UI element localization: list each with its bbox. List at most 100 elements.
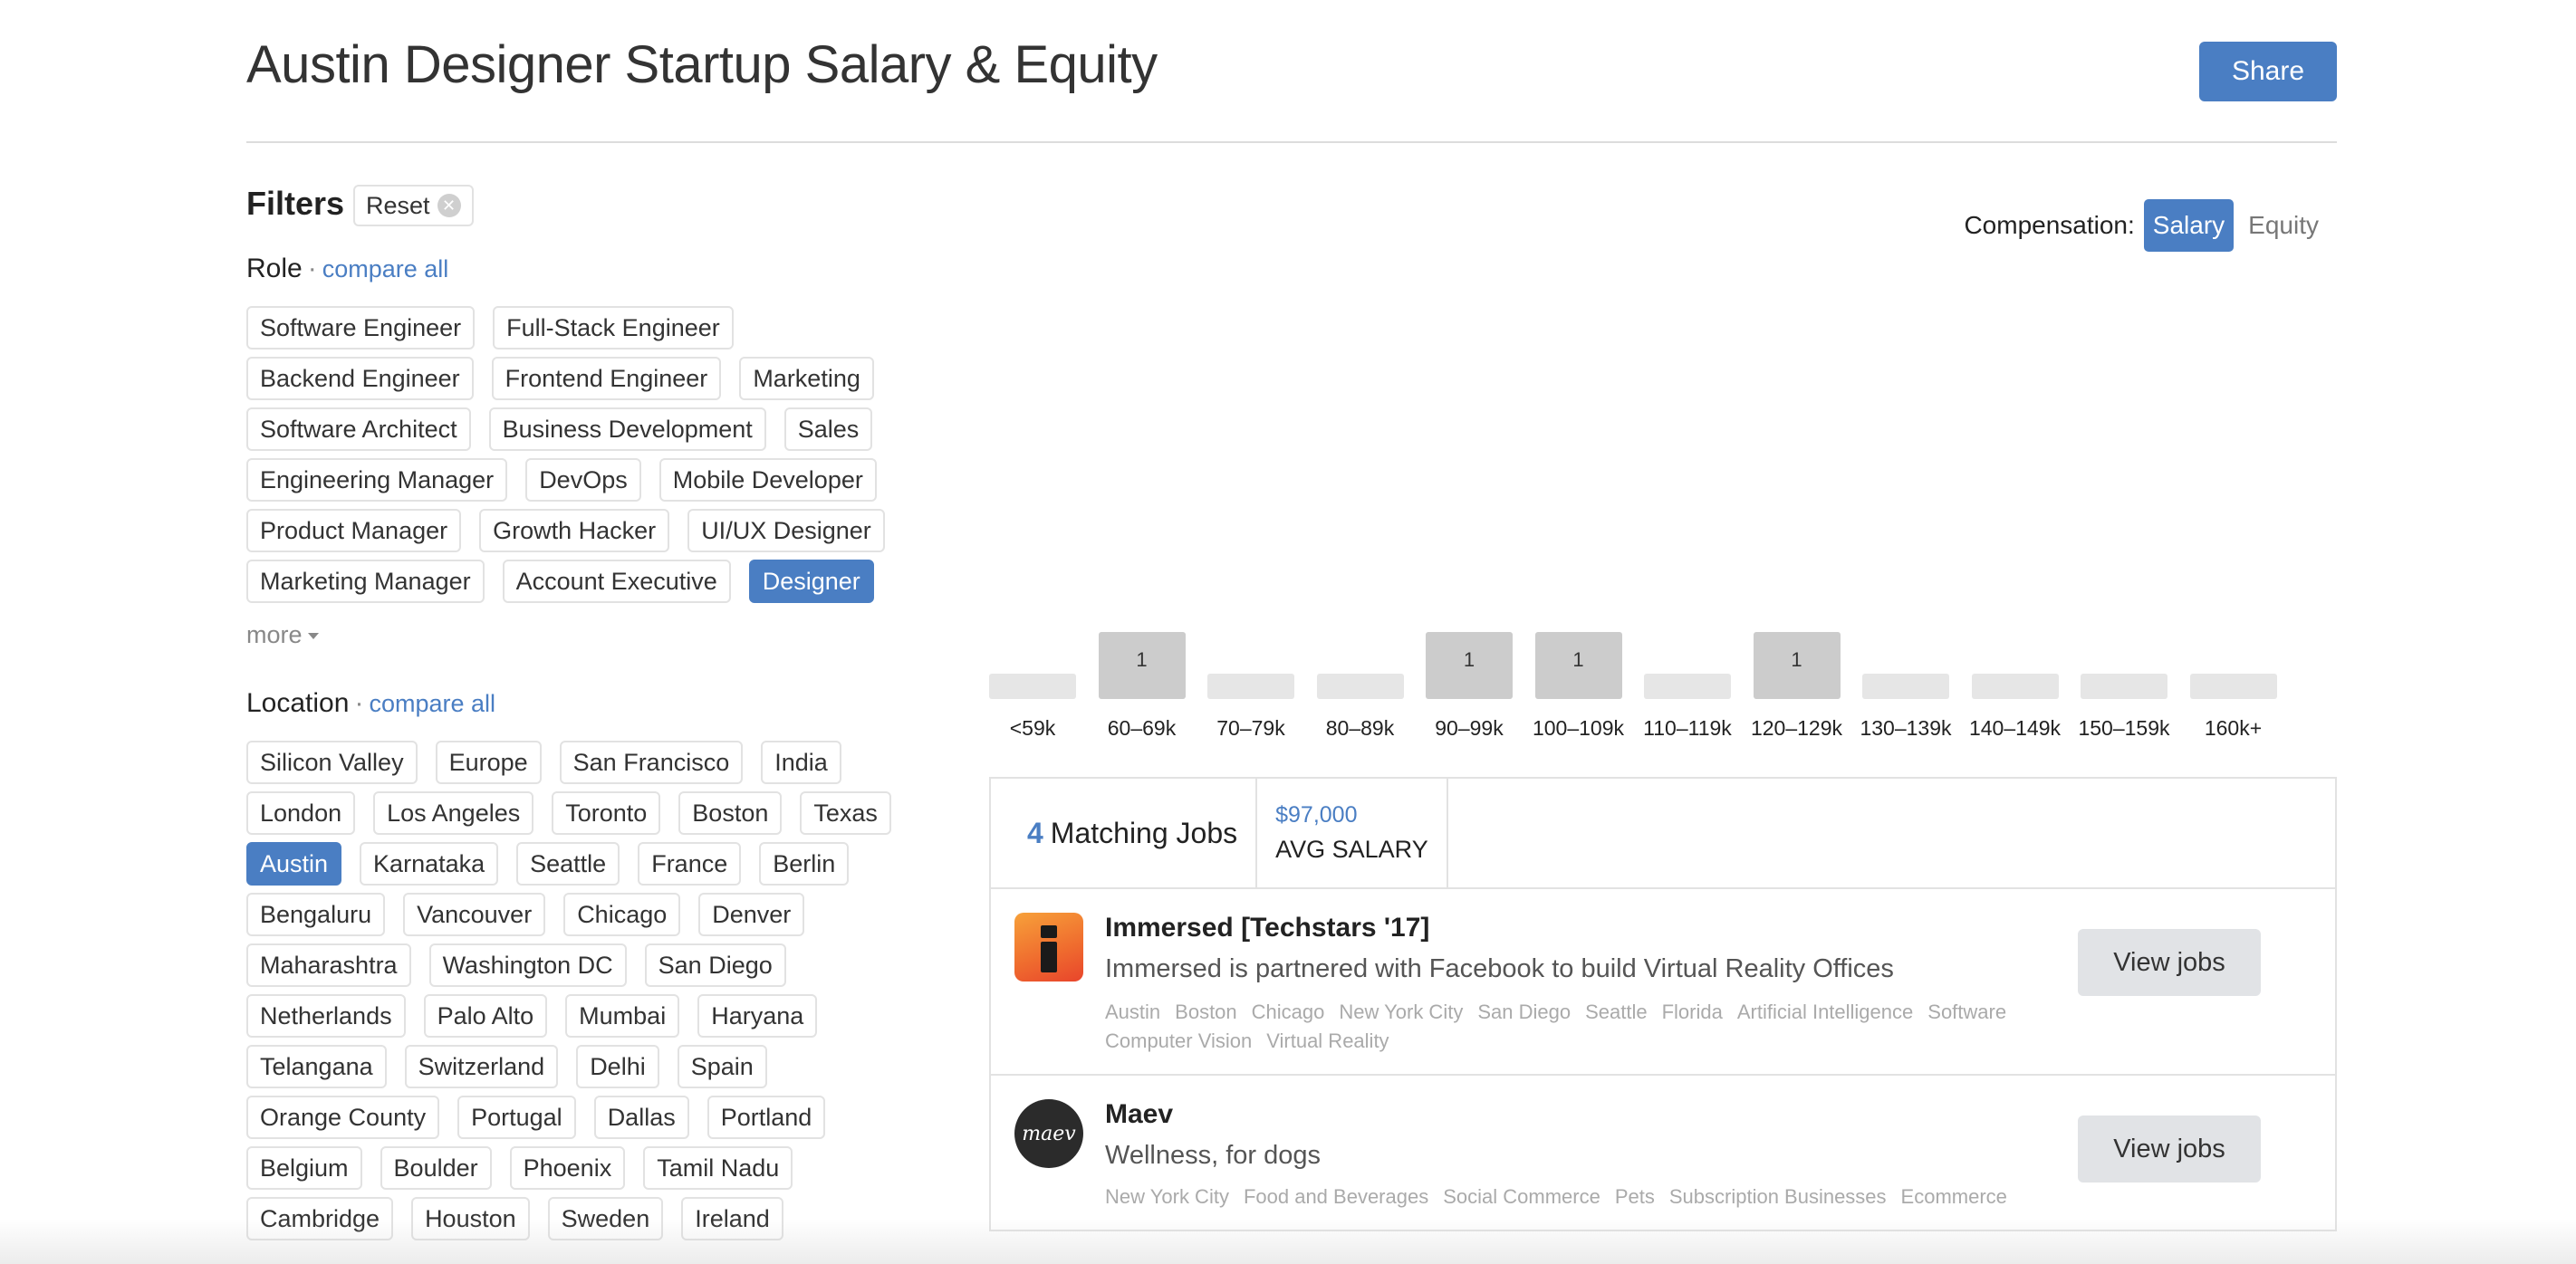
location-chip-bengaluru[interactable]: Bengaluru bbox=[246, 893, 386, 936]
company-tag[interactable]: New York City bbox=[1339, 998, 1463, 1027]
role-chip-growth-hacker[interactable]: Growth Hacker bbox=[479, 509, 670, 552]
role-chip-frontend-engineer[interactable]: Frontend Engineer bbox=[491, 357, 722, 400]
role-chip-ui-ux-designer[interactable]: UI/UX Designer bbox=[687, 509, 885, 552]
location-chip-mumbai[interactable]: Mumbai bbox=[565, 994, 680, 1038]
histogram-column[interactable]: 70–79k bbox=[1207, 623, 1294, 750]
company-tag[interactable]: Virtual Reality bbox=[1266, 1027, 1389, 1056]
histogram-bar[interactable]: 1 bbox=[1534, 632, 1622, 699]
location-chip-denver[interactable]: Denver bbox=[698, 893, 805, 936]
company-tag[interactable]: Food and Beverages bbox=[1244, 1183, 1428, 1211]
company-tag[interactable]: Software bbox=[1927, 998, 2006, 1027]
company-tag[interactable]: Austin bbox=[1105, 998, 1160, 1027]
company-tag[interactable]: New York City bbox=[1105, 1183, 1229, 1211]
histogram-bar[interactable] bbox=[2081, 674, 2167, 699]
location-chip-palo-alto[interactable]: Palo Alto bbox=[423, 994, 548, 1038]
maev-logo-icon[interactable]: maev bbox=[1014, 1099, 1083, 1168]
role-chip-business-development[interactable]: Business Development bbox=[488, 407, 766, 451]
role-more-toggle[interactable]: more bbox=[246, 621, 319, 649]
share-button[interactable]: Share bbox=[2199, 42, 2337, 101]
location-chip-austin[interactable]: Austin bbox=[246, 842, 342, 886]
histogram-column[interactable]: 1 100–109k bbox=[1533, 623, 1624, 750]
compensation-option-salary[interactable]: Salary bbox=[2143, 199, 2235, 252]
location-chip-boston[interactable]: Boston bbox=[678, 791, 783, 835]
location-chip-silicon-valley[interactable]: Silicon Valley bbox=[246, 741, 418, 784]
location-chip-san-diego[interactable]: San Diego bbox=[644, 943, 786, 987]
role-chip-sales[interactable]: Sales bbox=[783, 407, 873, 451]
role-chip-full-stack-engineer[interactable]: Full-Stack Engineer bbox=[493, 306, 734, 350]
histogram-bar[interactable]: 1 bbox=[1426, 632, 1513, 699]
histogram-bar[interactable] bbox=[1971, 674, 2059, 699]
company-tag[interactable]: Boston bbox=[1175, 998, 1237, 1027]
role-compare-all-link[interactable]: compare all bbox=[322, 255, 449, 282]
location-chip-vancouver[interactable]: Vancouver bbox=[403, 893, 546, 936]
location-chip-belgium[interactable]: Belgium bbox=[246, 1146, 362, 1190]
location-chip-tamil-nadu[interactable]: Tamil Nadu bbox=[643, 1146, 793, 1190]
histogram-bar[interactable] bbox=[1644, 674, 1731, 699]
company-tag[interactable]: Pets bbox=[1615, 1183, 1655, 1211]
location-chip-phoenix[interactable]: Phoenix bbox=[509, 1146, 626, 1190]
location-chip-washington-dc[interactable]: Washington DC bbox=[428, 943, 627, 987]
view-jobs-button[interactable]: View jobs bbox=[2078, 1116, 2261, 1183]
location-chip-boulder[interactable]: Boulder bbox=[380, 1146, 492, 1190]
company-tag[interactable]: Subscription Businesses bbox=[1669, 1183, 1887, 1211]
location-chip-san-francisco[interactable]: San Francisco bbox=[559, 741, 744, 784]
location-chip-berlin[interactable]: Berlin bbox=[759, 842, 850, 886]
location-chip-dallas[interactable]: Dallas bbox=[593, 1096, 689, 1139]
role-chip-marketing[interactable]: Marketing bbox=[739, 357, 874, 400]
histogram-bar[interactable] bbox=[1862, 674, 1949, 699]
histogram-bar[interactable]: 1 bbox=[1098, 632, 1186, 699]
reset-button[interactable]: Reset ✕ bbox=[353, 185, 474, 226]
location-chip-delhi[interactable]: Delhi bbox=[576, 1045, 659, 1088]
histogram-column[interactable]: 80–89k bbox=[1316, 623, 1404, 750]
histogram-bar[interactable] bbox=[1207, 674, 1294, 699]
role-chip-account-executive[interactable]: Account Executive bbox=[502, 560, 731, 603]
role-chip-software-engineer[interactable]: Software Engineer bbox=[246, 306, 476, 350]
location-chip-maharashtra[interactable]: Maharashtra bbox=[246, 943, 411, 987]
location-chip-london[interactable]: London bbox=[246, 791, 356, 835]
location-chip-switzerland[interactable]: Switzerland bbox=[404, 1045, 559, 1088]
location-compare-all-link[interactable]: compare all bbox=[369, 690, 495, 717]
histogram-column[interactable]: 140–149k bbox=[1969, 623, 2061, 750]
company-tag[interactable]: Artificial Intelligence bbox=[1737, 998, 1913, 1027]
role-chip-engineering-manager[interactable]: Engineering Manager bbox=[246, 458, 508, 502]
location-chip-orange-county[interactable]: Orange County bbox=[246, 1096, 440, 1139]
company-tag[interactable]: Chicago bbox=[1252, 998, 1325, 1027]
compensation-option-equity[interactable]: Equity bbox=[2239, 199, 2328, 252]
histogram-column[interactable]: 1 60–69k bbox=[1098, 623, 1186, 750]
histogram-column[interactable]: 160k+ bbox=[2189, 623, 2277, 750]
role-chip-product-manager[interactable]: Product Manager bbox=[246, 509, 462, 552]
location-chip-india[interactable]: India bbox=[761, 741, 841, 784]
histogram-column[interactable]: 1 90–99k bbox=[1426, 623, 1513, 750]
histogram-column[interactable]: <59k bbox=[989, 623, 1076, 750]
location-chip-seattle[interactable]: Seattle bbox=[516, 842, 620, 886]
company-tag[interactable]: Florida bbox=[1662, 998, 1723, 1027]
location-chip-portland[interactable]: Portland bbox=[706, 1096, 826, 1139]
location-chip-telangana[interactable]: Telangana bbox=[246, 1045, 387, 1088]
view-jobs-button[interactable]: View jobs bbox=[2078, 929, 2261, 996]
histogram-column[interactable]: 130–139k bbox=[1860, 623, 1952, 750]
location-chip-haryana[interactable]: Haryana bbox=[697, 994, 818, 1038]
company-name[interactable]: Immersed [Techstars '17] bbox=[1105, 913, 1429, 943]
histogram-bar[interactable] bbox=[1316, 674, 1404, 699]
location-chip-texas[interactable]: Texas bbox=[800, 791, 891, 835]
company-tag[interactable]: Ecommerce bbox=[1901, 1183, 2007, 1211]
location-chip-france[interactable]: France bbox=[638, 842, 742, 886]
role-chip-designer[interactable]: Designer bbox=[748, 560, 874, 603]
location-chip-netherlands[interactable]: Netherlands bbox=[246, 994, 406, 1038]
role-chip-marketing-manager[interactable]: Marketing Manager bbox=[246, 560, 485, 603]
location-chip-chicago[interactable]: Chicago bbox=[563, 893, 681, 936]
location-chip-karnataka[interactable]: Karnataka bbox=[360, 842, 499, 886]
histogram-column[interactable]: 1 120–129k bbox=[1751, 623, 1842, 750]
location-chip-los-angeles[interactable]: Los Angeles bbox=[373, 791, 534, 835]
role-chip-devops[interactable]: DevOps bbox=[525, 458, 641, 502]
histogram-column[interactable]: 150–159k bbox=[2078, 623, 2170, 750]
role-chip-mobile-developer[interactable]: Mobile Developer bbox=[658, 458, 877, 502]
company-tag[interactable]: San Diego bbox=[1477, 998, 1571, 1027]
location-chip-portugal[interactable]: Portugal bbox=[457, 1096, 576, 1139]
immersed-logo-icon[interactable] bbox=[1014, 913, 1083, 982]
histogram-bar[interactable]: 1 bbox=[1753, 632, 1841, 699]
location-chip-europe[interactable]: Europe bbox=[435, 741, 542, 784]
company-tag[interactable]: Seattle bbox=[1585, 998, 1648, 1027]
histogram-bar[interactable] bbox=[2189, 674, 2277, 699]
role-chip-software-architect[interactable]: Software Architect bbox=[246, 407, 471, 451]
